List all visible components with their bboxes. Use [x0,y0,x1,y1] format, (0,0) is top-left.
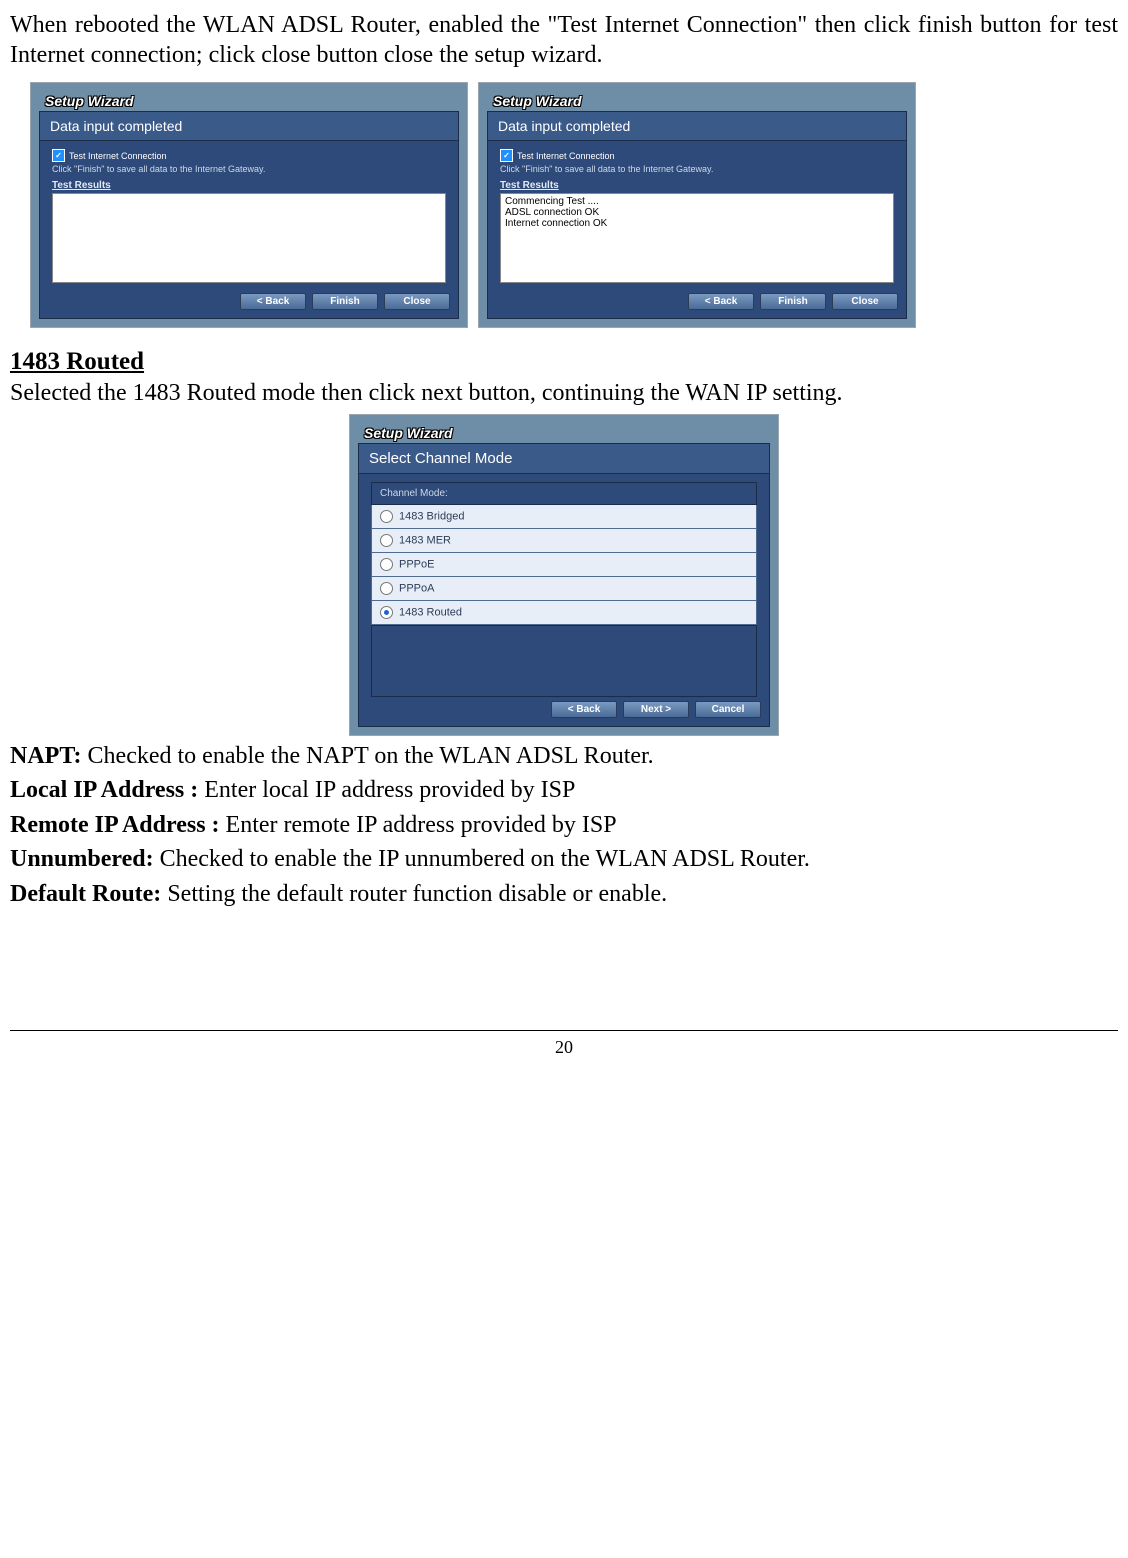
intro-paragraph: When rebooted the WLAN ADSL Router, enab… [10,10,1118,70]
radio-label: PPPoE [399,558,434,570]
def-unnumbered: Unnumbered: Checked to enable the IP unn… [10,843,1118,875]
wizard-titlebar: Setup Wizard [487,91,907,111]
finish-button[interactable]: Finish [312,293,378,310]
radio-icon[interactable] [380,582,393,595]
finish-hint: Click "Finish" to save all data to the I… [52,164,446,174]
wizard-panel-right: Setup Wizard Data input completed ✓ Test… [478,82,916,328]
wizard-titlebar: Setup Wizard [39,91,459,111]
def-default-route: Default Route: Setting the default route… [10,878,1118,910]
wizard-panel-left: Setup Wizard Data input completed ✓ Test… [30,82,468,328]
radio-label: 1483 Routed [399,606,462,618]
back-button[interactable]: < Back [688,293,754,310]
checkbox-label: Test Internet Connection [517,151,615,161]
channel-mode-group-label: Channel Mode: [372,483,757,505]
wizard-subheader: Select Channel Mode [359,444,769,474]
radio-icon[interactable] [380,534,393,547]
test-connection-checkbox-row[interactable]: ✓ Test Internet Connection [500,149,894,162]
radio-option[interactable]: PPPoA [372,577,757,601]
finish-hint: Click "Finish" to save all data to the I… [500,164,894,174]
radio-checked-icon[interactable] [380,606,393,619]
radio-option[interactable]: PPPoE [372,553,757,577]
checkbox-label: Test Internet Connection [69,151,167,161]
def-napt: NAPT: Checked to enable the NAPT on the … [10,740,1118,772]
checkbox-checked-icon[interactable]: ✓ [500,149,513,162]
radio-option[interactable]: 1483 Bridged [372,505,757,529]
test-results-label: Test Results [500,180,894,191]
test-results-box [52,193,446,283]
radio-icon[interactable] [380,510,393,523]
radio-label: PPPoA [399,582,434,594]
radio-icon[interactable] [380,558,393,571]
finish-button[interactable]: Finish [760,293,826,310]
page-number: 20 [10,1030,1118,1058]
section-1483-routed: 1483 Routed [10,348,1118,376]
wizard-subheader: Data input completed [40,112,458,141]
test-results-box [500,193,894,283]
test-results-label: Test Results [52,180,446,191]
radio-option[interactable]: 1483 MER [372,529,757,553]
section-intro: Selected the 1483 Routed mode then click… [10,378,1118,408]
def-remote-ip: Remote IP Address : Enter remote IP addr… [10,809,1118,841]
cancel-button[interactable]: Cancel [695,701,761,718]
back-button[interactable]: < Back [551,701,617,718]
wizard-panel-channel-mode: Setup Wizard Select Channel Mode Channel… [349,414,779,736]
close-button[interactable]: Close [384,293,450,310]
radio-option[interactable]: 1483 Routed [372,601,757,625]
next-button[interactable]: Next > [623,701,689,718]
checkbox-checked-icon[interactable]: ✓ [52,149,65,162]
wizard-subheader: Data input completed [488,112,906,141]
wizard-titlebar: Setup Wizard [358,423,770,443]
channel-mode-options: Channel Mode: 1483 Bridged 1483 MER PPPo… [371,482,757,625]
close-button[interactable]: Close [832,293,898,310]
def-local-ip: Local IP Address : Enter local IP addres… [10,774,1118,806]
radio-label: 1483 MER [399,534,451,546]
radio-label: 1483 Bridged [399,510,464,522]
back-button[interactable]: < Back [240,293,306,310]
screenshot-row: Setup Wizard Data input completed ✓ Test… [30,82,1118,328]
panel-spacer [371,625,757,697]
test-connection-checkbox-row[interactable]: ✓ Test Internet Connection [52,149,446,162]
